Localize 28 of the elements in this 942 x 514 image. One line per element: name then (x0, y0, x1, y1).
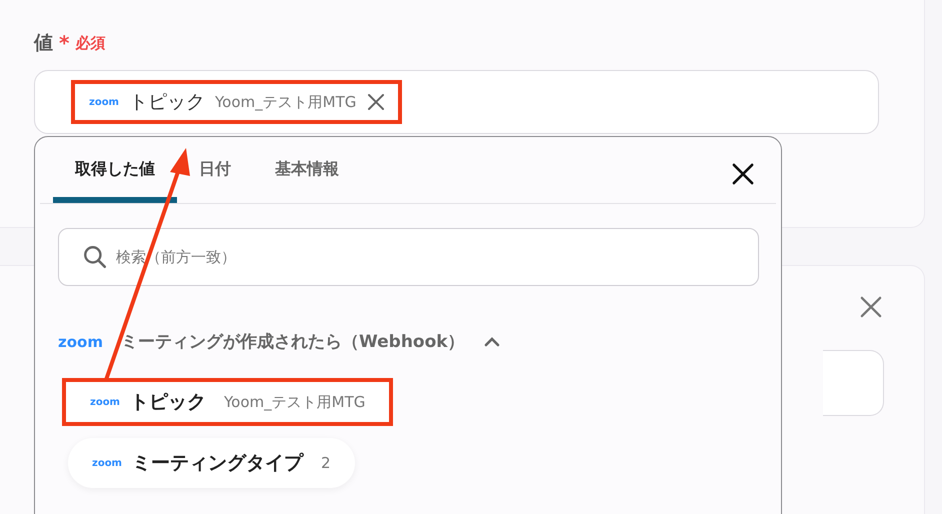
tab[interactable]: 基本情報 (253, 159, 361, 203)
zoom-logo: zoom (92, 458, 122, 468)
item-name: トピック (130, 390, 206, 415)
close-button[interactable] (730, 161, 756, 187)
remove-button[interactable] (366, 92, 386, 112)
variable-item[interactable]: zoom トピック Yoom_テスト用MTG (62, 378, 394, 426)
required-mark: * (59, 31, 70, 55)
required-text: 必須 (75, 34, 106, 52)
item-value: Yoom_テスト用MTG (224, 392, 366, 412)
item-name: ミーティングタイプ (132, 451, 303, 476)
close-icon (858, 294, 884, 320)
value-field[interactable]: zoom トピック Yoom_テスト用MTG (34, 70, 879, 134)
chip-value: Yoom_テスト用MTG (214, 92, 356, 112)
variable-chip[interactable]: zoom トピック Yoom_テスト用MTG (71, 80, 402, 124)
field-label: 値 (34, 31, 53, 56)
input-field[interactable] (823, 350, 884, 416)
chip-name: トピック (128, 90, 205, 115)
close-icon (366, 92, 386, 112)
variable-item[interactable]: zoom ミーティングタイプ 2 (68, 438, 355, 488)
search-field[interactable]: 検索（前方一致） (58, 228, 759, 286)
group-header[interactable]: zoom ミーティングが作成されたら（Webhook） (58, 330, 501, 353)
tab[interactable]: 日付 (177, 159, 253, 203)
group-title: ミーティングが作成されたら（Webhook） (120, 331, 465, 353)
close-icon (730, 161, 756, 187)
item-value: 2 (320, 454, 331, 472)
zoom-logo: zoom (90, 396, 120, 408)
zoom-logo: zoom (58, 332, 103, 350)
zoom-logo: zoom (89, 96, 119, 108)
